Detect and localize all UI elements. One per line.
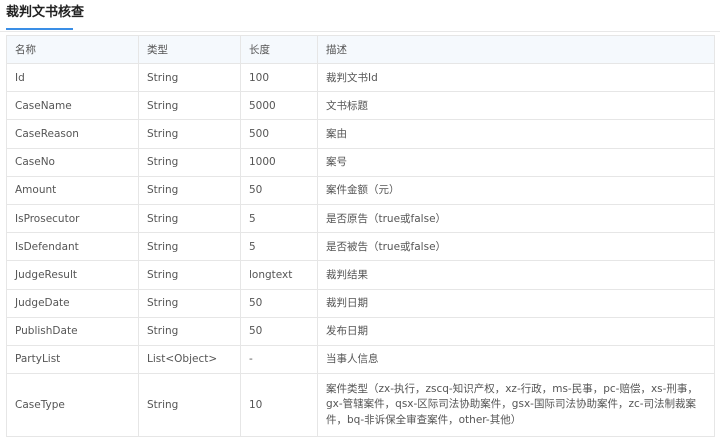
cell-description: 当事人信息 [317, 344, 715, 375]
cell-length: 5 [240, 232, 318, 262]
cell-name: CaseNo [6, 147, 139, 177]
cell-description: 发布日期 [317, 316, 715, 346]
section-title: 裁判文书核查 [6, 5, 85, 20]
column-header-length: 长度 [240, 35, 318, 64]
table-row: PartyList List<Object> - 当事人信息 [6, 344, 715, 375]
table-row: IsProsecutor String 5 是否原告（true或false） [6, 203, 715, 234]
cell-length: 50 [240, 316, 318, 346]
fields-table: 名称 类型 长度 描述 Id String 100 裁判文书Id CaseNam… [6, 35, 715, 437]
cell-type: String [138, 91, 241, 121]
cell-type: List<Object> [138, 344, 241, 375]
column-header-type: 类型 [138, 35, 241, 64]
cell-type: String [138, 147, 241, 177]
cell-type: String [138, 373, 241, 437]
cell-length: - [240, 344, 318, 375]
cell-length: 100 [240, 62, 318, 93]
table-row: JudgeResult String longtext 裁判结果 [6, 260, 715, 290]
cell-type: String [138, 260, 241, 290]
table-row: CaseType String 10 案件类型（zx-执行，zscq-知识产权，… [6, 373, 715, 437]
cell-type: String [138, 175, 241, 205]
cell-description: 案件金额（元） [317, 175, 715, 205]
column-header-description: 描述 [317, 35, 715, 64]
table-row: CaseReason String 500 案由 [6, 119, 715, 149]
cell-length: 1000 [240, 147, 318, 177]
table-row: CaseName String 5000 文书标题 [6, 91, 715, 121]
cell-length: longtext [240, 260, 318, 290]
cell-description: 案号 [317, 147, 715, 177]
cell-type: String [138, 232, 241, 262]
cell-length: 10 [240, 373, 318, 437]
cell-description: 案件类型（zx-执行，zscq-知识产权，xz-行政，ms-民事，pc-赔偿，x… [317, 373, 715, 437]
cell-name: IsProsecutor [6, 203, 139, 234]
cell-name: CaseType [6, 373, 139, 437]
cell-description: 裁判结果 [317, 260, 715, 290]
cell-length: 5 [240, 203, 318, 234]
cell-type: String [138, 119, 241, 149]
cell-name: JudgeResult [6, 260, 139, 290]
cell-description: 案由 [317, 119, 715, 149]
cell-name: PublishDate [6, 316, 139, 346]
title-underline [6, 28, 73, 30]
cell-name: JudgeDate [6, 288, 139, 318]
section-header: 裁判文书核查 [0, 0, 720, 32]
cell-length: 500 [240, 119, 318, 149]
cell-name: Id [6, 62, 139, 93]
cell-length: 50 [240, 288, 318, 318]
cell-type: String [138, 316, 241, 346]
cell-description: 是否原告（true或false） [317, 203, 715, 234]
cell-name: CaseReason [6, 119, 139, 149]
table-row: JudgeDate String 50 裁判日期 [6, 288, 715, 318]
cell-type: String [138, 203, 241, 234]
table-row: PublishDate String 50 发布日期 [6, 316, 715, 346]
cell-type: String [138, 62, 241, 93]
cell-name: Amount [6, 175, 139, 205]
cell-name: PartyList [6, 344, 139, 375]
table-row: CaseNo String 1000 案号 [6, 147, 715, 177]
table-row: Id String 100 裁判文书Id [6, 62, 715, 93]
cell-type: String [138, 288, 241, 318]
cell-description: 裁判文书Id [317, 62, 715, 93]
column-header-name: 名称 [6, 35, 139, 64]
cell-length: 50 [240, 175, 318, 205]
cell-name: IsDefendant [6, 232, 139, 262]
cell-description: 裁判日期 [317, 288, 715, 318]
table-row: Amount String 50 案件金额（元） [6, 175, 715, 205]
cell-length: 5000 [240, 91, 318, 121]
cell-name: CaseName [6, 91, 139, 121]
cell-description: 文书标题 [317, 91, 715, 121]
cell-description: 是否被告（true或false） [317, 232, 715, 262]
table-header-row: 名称 类型 长度 描述 [6, 35, 715, 64]
table-row: IsDefendant String 5 是否被告（true或false） [6, 232, 715, 262]
